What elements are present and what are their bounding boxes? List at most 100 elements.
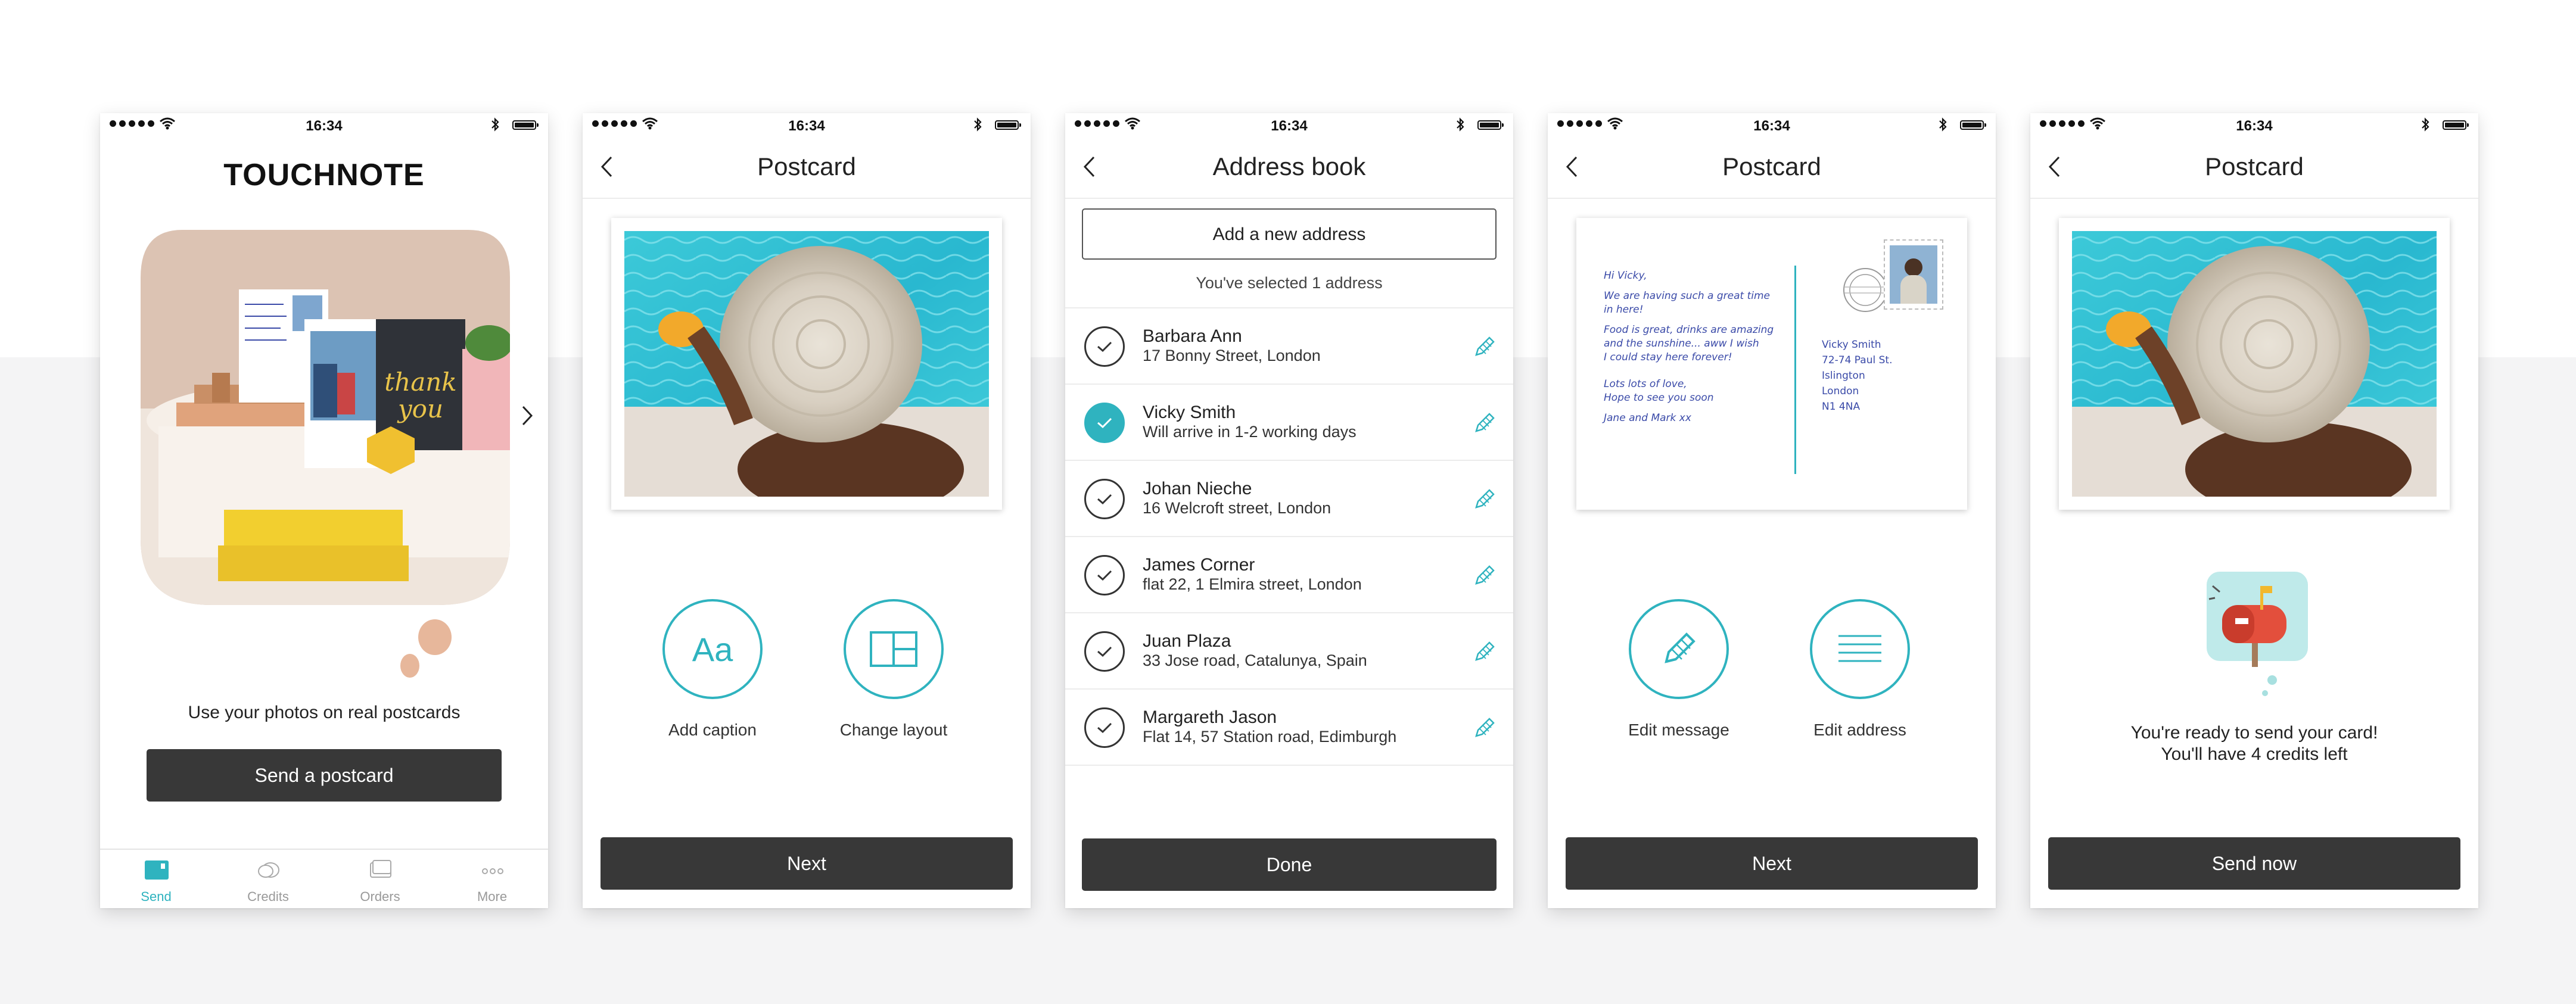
tab-label: Credits — [247, 889, 289, 904]
done-button[interactable]: Done — [1082, 838, 1497, 891]
next-button[interactable]: Next — [1566, 837, 1978, 890]
battery-icon — [995, 120, 1021, 130]
edit-address-label: Edit address — [1813, 721, 1906, 739]
text-aa-icon: Aa — [692, 630, 733, 668]
tab-credits[interactable]: Credits — [212, 850, 324, 908]
edit-pencil-icon[interactable] — [1473, 487, 1497, 511]
message-line: in here! — [1604, 304, 1644, 316]
message-line: and the sunshine... aww I wish — [1604, 338, 1759, 350]
edit-pencil-icon[interactable] — [1473, 335, 1497, 358]
address-name: Juan Plaza — [1143, 631, 1231, 651]
address-detail: 17 Bonny Street, London — [1143, 347, 1321, 364]
nav-bar: Postcard — [2030, 137, 2478, 199]
change-layout-label: Change layout — [839, 721, 948, 739]
address-row[interactable]: Vicky Smith Will arrive in 1-2 working da… — [1065, 383, 1513, 461]
address-name: Johan Nieche — [1143, 479, 1252, 498]
status-time: 16:34 — [306, 118, 343, 134]
send-postcard-button[interactable]: Send a postcard — [147, 749, 502, 802]
address-row[interactable]: James Corner flat 22, 1 Elmira street, Lo… — [1065, 536, 1513, 613]
address-name: Margareth Jason — [1143, 707, 1277, 727]
address-line: Islington — [1822, 370, 1865, 382]
credits-remaining: You'll have 4 credits left — [2161, 744, 2348, 764]
address-detail: flat 22, 1 Elmira street, London — [1143, 575, 1362, 593]
layout-icon — [870, 631, 917, 667]
check-circle-icon[interactable] — [1084, 326, 1125, 367]
next-button[interactable]: Next — [601, 837, 1013, 890]
postcard-preview[interactable] — [611, 218, 1002, 510]
ready-message: You're ready to send your card! — [2130, 723, 2378, 743]
edit-pencil-icon[interactable] — [1473, 716, 1497, 740]
change-layout-button[interactable] — [844, 599, 944, 699]
postcard-message: Hi Vicky, We are having such a great time… — [1604, 269, 1794, 425]
edit-message-button[interactable] — [1629, 599, 1729, 699]
address-detail: Will arrive in 1-2 working days — [1143, 423, 1357, 441]
address-name: James Corner — [1143, 555, 1255, 575]
phone-address-book: 16:34 Address book Add a new address You… — [1065, 113, 1513, 908]
tab-orders[interactable]: Orders — [324, 850, 436, 908]
nav-bar: Postcard — [583, 137, 1031, 199]
postcard-back-preview[interactable]: Hi Vicky, We are having such a great time… — [1576, 218, 1967, 510]
add-caption-button[interactable]: Aa — [662, 599, 763, 699]
status-bar: 16:34 — [2030, 113, 2478, 137]
status-bar: 16:34 — [100, 113, 548, 137]
tagline: Use your photos on real postcards — [188, 703, 461, 722]
photo-woman-sunhat — [624, 231, 989, 497]
svg-text:thank: thank — [384, 367, 456, 397]
check-circle-icon[interactable] — [1084, 555, 1125, 595]
address-line: N1 4NA — [1822, 401, 1861, 413]
phone-ready-to-send: 16:34 Postcard You're ready to send your… — [2030, 113, 2478, 908]
status-bar: 16:34 — [1548, 113, 1996, 137]
address-line: Vicky Smith — [1822, 339, 1881, 351]
page-title: Postcard — [2205, 152, 2304, 180]
list-divider — [1065, 765, 1513, 767]
edit-address-button[interactable] — [1810, 599, 1910, 699]
pencil-icon — [1665, 632, 1695, 663]
message-line: Lots lots of love, — [1604, 378, 1687, 390]
edit-pencil-icon[interactable] — [1473, 411, 1497, 435]
check-circle-icon[interactable] — [1084, 479, 1125, 519]
address-detail: 33 Jose road, Catalunya, Spain — [1143, 651, 1367, 669]
send-now-button[interactable]: Send now — [2048, 837, 2460, 890]
address-row[interactable]: Barbara Ann 17 Bonny Street, London — [1065, 307, 1513, 385]
selection-count: You've selected 1 address — [1196, 274, 1383, 292]
photo-woman-sunhat — [2072, 231, 2437, 497]
add-caption-label: Add caption — [668, 721, 757, 739]
mailbox-icon — [2207, 572, 2308, 696]
credits-icon — [258, 862, 279, 878]
postcard-address: Vicky Smith 72-74 Paul St. Islington London… — [1822, 337, 1953, 414]
status-bar: 16:34 — [1065, 113, 1513, 137]
battery-icon — [2443, 120, 2469, 130]
address-row[interactable]: Johan Nieche 16 Welcroft street, London — [1065, 460, 1513, 537]
message-line: Jane and Mark xx — [1604, 412, 1691, 424]
add-new-address-button[interactable]: Add a new address — [1082, 208, 1497, 260]
check-circle-icon[interactable] — [1084, 631, 1125, 672]
message-line: Food is great, drinks are amazing — [1604, 324, 1774, 336]
lines-icon — [1838, 635, 1881, 662]
address-line: 72-74 Paul St. — [1822, 354, 1893, 366]
carousel-next-icon[interactable] — [521, 405, 534, 426]
message-line: I could stay here forever! — [1604, 351, 1732, 363]
edit-pencil-icon[interactable] — [1473, 640, 1497, 663]
page-title: Postcard — [757, 152, 856, 180]
tab-label: Orders — [360, 889, 400, 904]
address-row[interactable]: Margareth Jason Flat 14, 57 Station road,… — [1065, 688, 1513, 766]
postcard-divider — [1794, 266, 1796, 474]
tab-more[interactable]: More — [436, 850, 548, 908]
tab-label: More — [477, 889, 508, 904]
bluetooth-icon — [974, 117, 982, 132]
edit-pencil-icon[interactable] — [1473, 563, 1497, 587]
bluetooth-icon — [2422, 117, 2429, 132]
message-line: Hi Vicky, — [1604, 270, 1647, 282]
address-detail: 16 Welcroft street, London — [1143, 499, 1331, 517]
battery-icon — [512, 120, 539, 130]
tab-send[interactable]: Send — [100, 850, 212, 908]
address-row[interactable]: Juan Plaza 33 Jose road, Catalunya, Spain — [1065, 612, 1513, 690]
checked-circle-icon[interactable] — [1084, 403, 1125, 443]
tab-label: Send — [141, 889, 172, 904]
address-name: Barbara Ann — [1143, 326, 1242, 346]
check-circle-icon[interactable] — [1084, 707, 1125, 748]
bluetooth-icon — [491, 117, 499, 132]
phone-postcard-back: 16:34 Postcard Hi Vicky, We are having su… — [1548, 113, 1996, 908]
tab-bar: Send Credits Orders More — [100, 849, 548, 908]
send-card-icon — [145, 860, 169, 880]
